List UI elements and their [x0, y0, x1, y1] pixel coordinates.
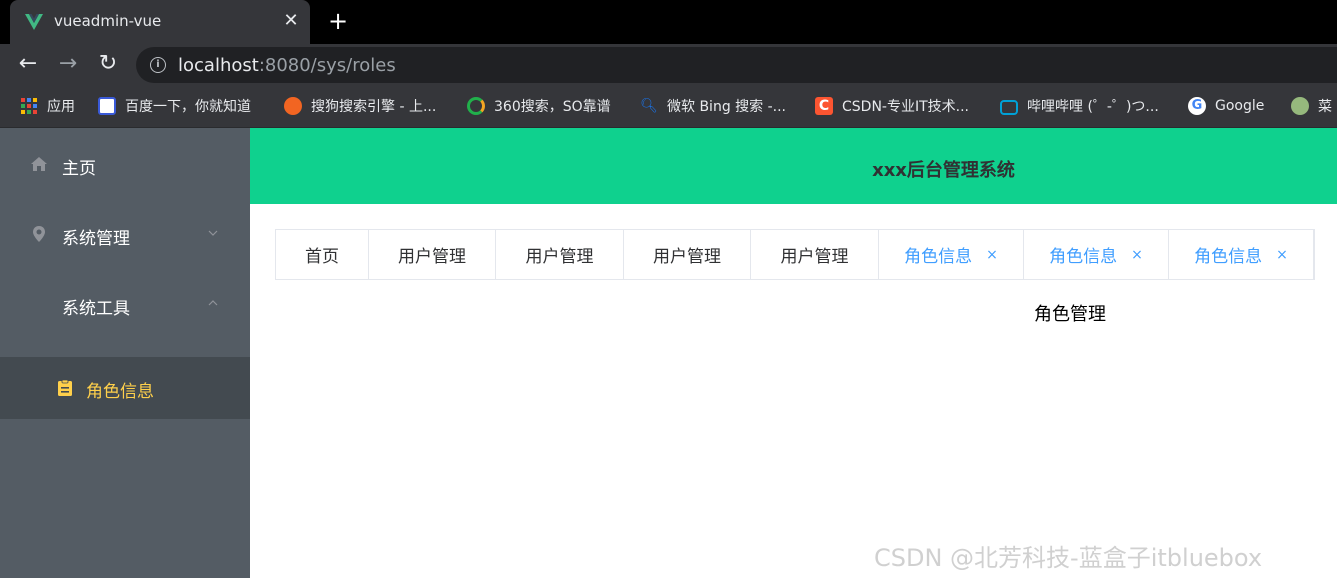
tab-label: 角色信息 [1049, 247, 1118, 267]
app-header [250, 128, 1337, 204]
back-arrow-icon[interactable]: ← [16, 52, 40, 76]
sidebar-subitem-role-info[interactable]: 角色信息 [0, 357, 250, 419]
bookmark-label: Google [1215, 98, 1265, 114]
main-content-text: 角色管理 [1034, 304, 1106, 325]
watermark: CSDN @北芳科技-蓝盒子itbluebox [874, 544, 1263, 572]
close-icon[interactable]: ✕ [282, 10, 300, 32]
tab-close-icon[interactable]: × [1276, 247, 1288, 263]
browser-tab-strip: vueadmin-vue ✕ + [0, 0, 1337, 44]
tab-user-management[interactable]: 用户管理 [751, 230, 879, 279]
tab-label: 用户管理 [398, 247, 466, 267]
bookmark-label: 菜 [1318, 99, 1332, 115]
tab-role-info[interactable]: 角色信息 × [879, 230, 1024, 279]
url-text: localhost:8080/sys/roles [178, 55, 396, 76]
bookmark-csdn[interactable]: C CSDN-专业IT技术... [815, 95, 969, 117]
tab-label: 首页 [305, 247, 339, 267]
bookmark-apps[interactable]: 应用 [20, 95, 75, 117]
bookmark-label: 哔哩哔哩 (゜-゜)つ... [1027, 99, 1159, 115]
apps-grid-icon [21, 98, 37, 114]
tab-role-info[interactable]: 角色信息 × [1024, 230, 1169, 279]
360-search-icon [467, 97, 485, 115]
document-icon [58, 379, 72, 396]
bookmark-label: 应用 [47, 99, 75, 115]
browser-tab[interactable]: vueadmin-vue ✕ [10, 0, 310, 44]
bookmark-google[interactable]: G Google [1188, 95, 1264, 117]
bookmark-bilibili[interactable]: 哔哩哔哩 (゜-゜)つ... [1000, 95, 1159, 117]
tab-label: 用户管理 [525, 247, 594, 267]
forward-arrow-icon[interactable]: → [56, 52, 80, 76]
sidebar-item-label: 系统工具 [62, 299, 130, 319]
sogou-icon [284, 97, 302, 115]
bookmark-label: 360搜索，SO靠谱 [494, 99, 611, 115]
sidebar-item-system-management[interactable]: 系统管理 [0, 198, 250, 268]
sidebar-item-label: 系统管理 [62, 229, 130, 249]
info-icon[interactable]: i [150, 57, 166, 73]
baidu-icon [98, 97, 116, 115]
bookmark-label: 百度一下，你就知道 [125, 99, 251, 115]
bookmark-label: 搜狗搜索引擎 - 上... [311, 99, 437, 115]
bookmarks-bar: 应用 百度一下，你就知道 搜狗搜索引擎 - 上... 360搜索，SO靠谱 🔍︎… [0, 85, 1337, 128]
google-icon: G [1188, 97, 1206, 115]
bing-search-icon: 🔍︎ [640, 98, 658, 114]
browser-toolbar: ← → ↻ i localhost:8080/sys/roles [0, 44, 1337, 85]
tab-label: 用户管理 [780, 247, 849, 267]
new-tab-icon[interactable]: + [326, 6, 350, 36]
tab-close-icon[interactable]: × [986, 247, 998, 263]
tab-user-management[interactable]: 用户管理 [624, 230, 751, 279]
location-icon [33, 226, 45, 242]
bookmark-runoob[interactable]: 菜 [1291, 95, 1332, 117]
sidebar-item-label: 主页 [62, 159, 96, 179]
runoob-icon [1291, 97, 1309, 115]
chevron-down-icon [208, 230, 218, 236]
vue-logo-icon [25, 14, 43, 30]
page-tabs: 首页 用户管理 用户管理 用户管理 用户管理 角色信息 × 角色信息 × 角色信… [275, 229, 1315, 280]
chevron-up-icon [208, 300, 218, 306]
tab-home[interactable]: 首页 [276, 230, 369, 279]
bookmark-360[interactable]: 360搜索，SO靠谱 [467, 95, 611, 117]
tab-role-info[interactable]: 角色信息 × [1169, 230, 1314, 279]
sidebar-item-system-tools[interactable]: 系统工具 [0, 268, 250, 338]
url-host: localhost [178, 55, 259, 76]
tab-label: 角色信息 [904, 247, 973, 267]
bilibili-icon [1000, 100, 1018, 115]
sidebar-item-home[interactable]: 主页 [0, 128, 250, 198]
bookmark-label: 微软 Bing 搜索 -... [667, 99, 787, 115]
bookmark-baidu[interactable]: 百度一下，你就知道 [98, 95, 251, 117]
tab-close-icon[interactable]: × [1131, 247, 1143, 263]
address-bar[interactable]: i localhost:8080/sys/roles [136, 47, 1337, 83]
bookmark-bing[interactable]: 🔍︎ 微软 Bing 搜索 -... [640, 95, 786, 117]
bookmark-label: CSDN-专业IT技术... [842, 99, 969, 115]
tab-label: 用户管理 [653, 247, 721, 267]
tab-user-management[interactable]: 用户管理 [369, 230, 496, 279]
browser-tab-title: vueadmin-vue [54, 12, 162, 30]
url-path: :8080/sys/roles [258, 55, 396, 76]
bookmark-sogou[interactable]: 搜狗搜索引擎 - 上... [284, 95, 436, 117]
sidebar-subitem-label: 角色信息 [86, 382, 154, 402]
home-icon [31, 157, 47, 171]
sidebar: 主页 系统管理 系统工具 角色信息 [0, 128, 250, 578]
csdn-icon: C [815, 97, 833, 115]
tab-label: 角色信息 [1194, 247, 1263, 267]
reload-icon[interactable]: ↻ [96, 52, 120, 76]
tab-user-management[interactable]: 用户管理 [496, 230, 624, 279]
